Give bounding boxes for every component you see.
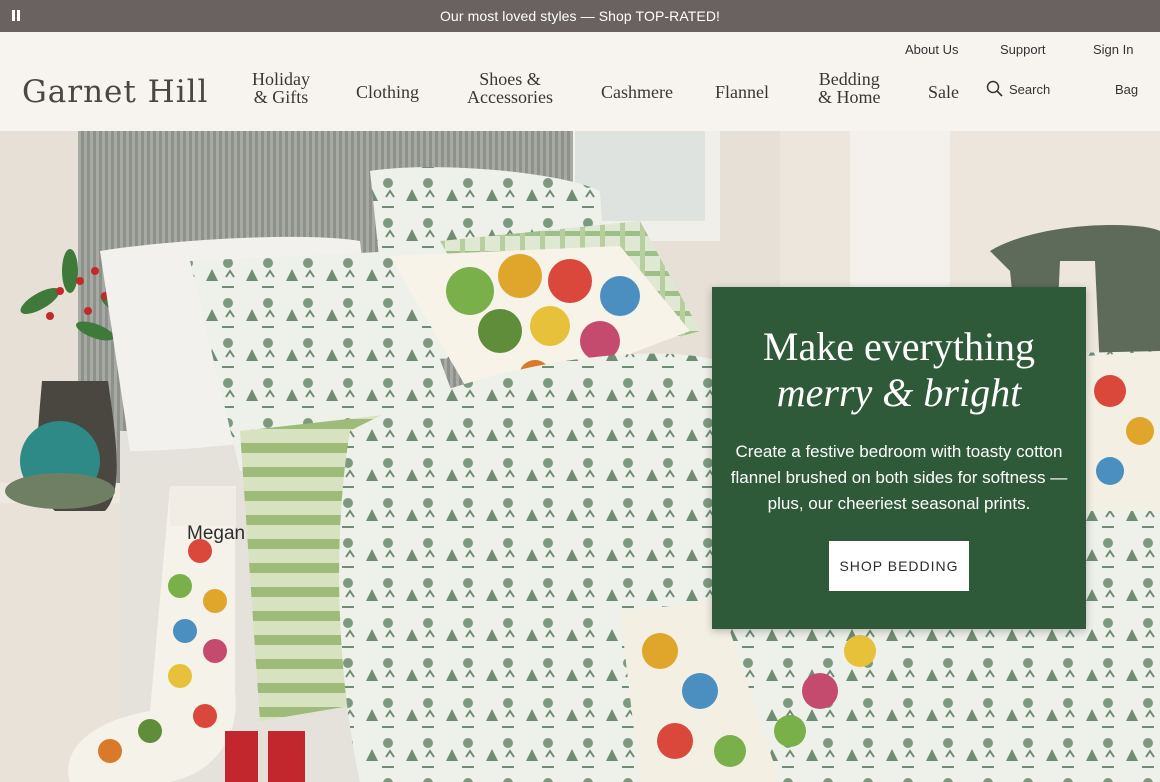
brand-logo[interactable]: Garnet Hill xyxy=(22,74,208,110)
hero-body-text: Create a festive bedroom with toasty cot… xyxy=(730,442,1068,513)
search-icon xyxy=(986,80,1003,97)
nav-bedding-line1: Bedding xyxy=(818,69,880,89)
nav-clothing[interactable]: Clothing xyxy=(356,83,419,101)
nav-bedding-line2: & Home xyxy=(818,87,881,107)
sign-in-link[interactable]: Sign In xyxy=(1093,42,1133,57)
hero-banner[interactable]: Megan Make everything merry & bright Cre… xyxy=(0,131,1160,782)
stocking-name: Megan xyxy=(187,523,245,544)
promo-bar: Our most loved styles — Shop TOP-RATED! xyxy=(0,0,1160,32)
nav-shoes-line1: Shoes & xyxy=(479,69,541,89)
nav-holiday-line1: Holiday xyxy=(252,69,310,89)
nav-holiday-line2: & Gifts xyxy=(253,87,309,107)
nav-shoes-accessories[interactable]: Shoes & Accessories xyxy=(467,70,553,106)
nav-flannel[interactable]: Flannel xyxy=(715,83,769,101)
nav-cashmere[interactable]: Cashmere xyxy=(601,83,673,101)
shop-bedding-button[interactable]: SHOP BEDDING xyxy=(829,541,969,591)
promo-message[interactable]: Our most loved styles — Shop TOP-RATED! xyxy=(0,8,1160,24)
nav-sale[interactable]: Sale xyxy=(928,83,959,101)
nav-holiday-gifts[interactable]: Holiday & Gifts xyxy=(252,70,310,106)
about-us-link[interactable]: About Us xyxy=(905,42,958,57)
support-link[interactable]: Support xyxy=(1000,42,1046,57)
nav-shoes-line2: Accessories xyxy=(467,87,553,107)
search-label: Search xyxy=(1009,82,1051,97)
site-header: About Us Support Sign In Garnet Hill Hol… xyxy=(0,32,1160,131)
hero-headline: Make everything xyxy=(762,324,1036,369)
hero-headline-italic: merry & bright xyxy=(776,370,1022,415)
hero-promo-card: Make everything merry & bright Create a … xyxy=(712,287,1086,629)
shopping-bag-link[interactable]: Bag xyxy=(1115,82,1138,97)
nav-bedding-home[interactable]: Bedding & Home xyxy=(818,70,881,106)
